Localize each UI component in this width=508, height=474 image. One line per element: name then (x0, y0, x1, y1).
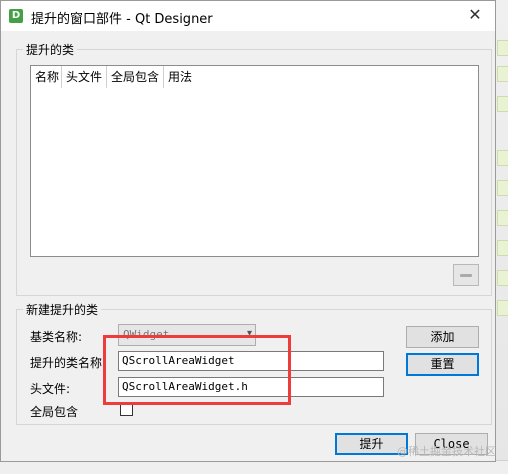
title-bar: D 提升的窗口部件 - Qt Designer ✕ (1, 1, 495, 31)
base-class-label: 基类名称: (30, 330, 83, 344)
promoted-classes-table[interactable]: 名称 头文件 全局包含 用法 (30, 65, 479, 257)
promoted-widgets-dialog: D 提升的窗口部件 - Qt Designer ✕ 提升的类 名称 头文件 全局… (0, 0, 496, 462)
window-title: 提升的窗口部件 - Qt Designer (31, 12, 213, 27)
header-file-label: 头文件: (30, 382, 71, 396)
promoted-class-name-input[interactable]: QScrollAreaWidget (118, 351, 384, 371)
qt-designer-app-icon: D (9, 9, 23, 23)
promoted-class-name-label: 提升的类名称 (30, 356, 103, 370)
column-header-name[interactable]: 名称 (31, 66, 62, 88)
chevron-down-icon: ▾ (246, 328, 252, 339)
global-include-label: 全局包含 (30, 405, 79, 419)
column-header-global-include[interactable]: 全局包含 (107, 66, 164, 88)
minus-icon (460, 274, 472, 277)
background-window-bottom (0, 460, 508, 474)
close-window-icon[interactable]: ✕ (455, 1, 495, 31)
add-button[interactable]: 添加 (406, 326, 479, 348)
watermark: @稀土掘金技术社区 (397, 445, 496, 458)
global-include-checkbox[interactable] (120, 403, 133, 416)
base-class-combobox[interactable]: QWidget ▾ (118, 324, 256, 346)
header-file-input[interactable]: QScrollAreaWidget.h (118, 377, 384, 397)
table-header: 名称 头文件 全局包含 用法 (31, 66, 204, 88)
reset-button[interactable]: 重置 (406, 353, 479, 376)
background-window-edge (494, 0, 508, 473)
base-class-value: QWidget (123, 328, 170, 341)
remove-class-button[interactable] (453, 264, 479, 286)
column-header-header-file[interactable]: 头文件 (62, 66, 107, 88)
column-header-usage[interactable]: 用法 (164, 66, 204, 88)
new-promoted-class-group-title: 新建提升的类 (23, 301, 102, 318)
promoted-classes-group-title: 提升的类 (23, 41, 78, 58)
